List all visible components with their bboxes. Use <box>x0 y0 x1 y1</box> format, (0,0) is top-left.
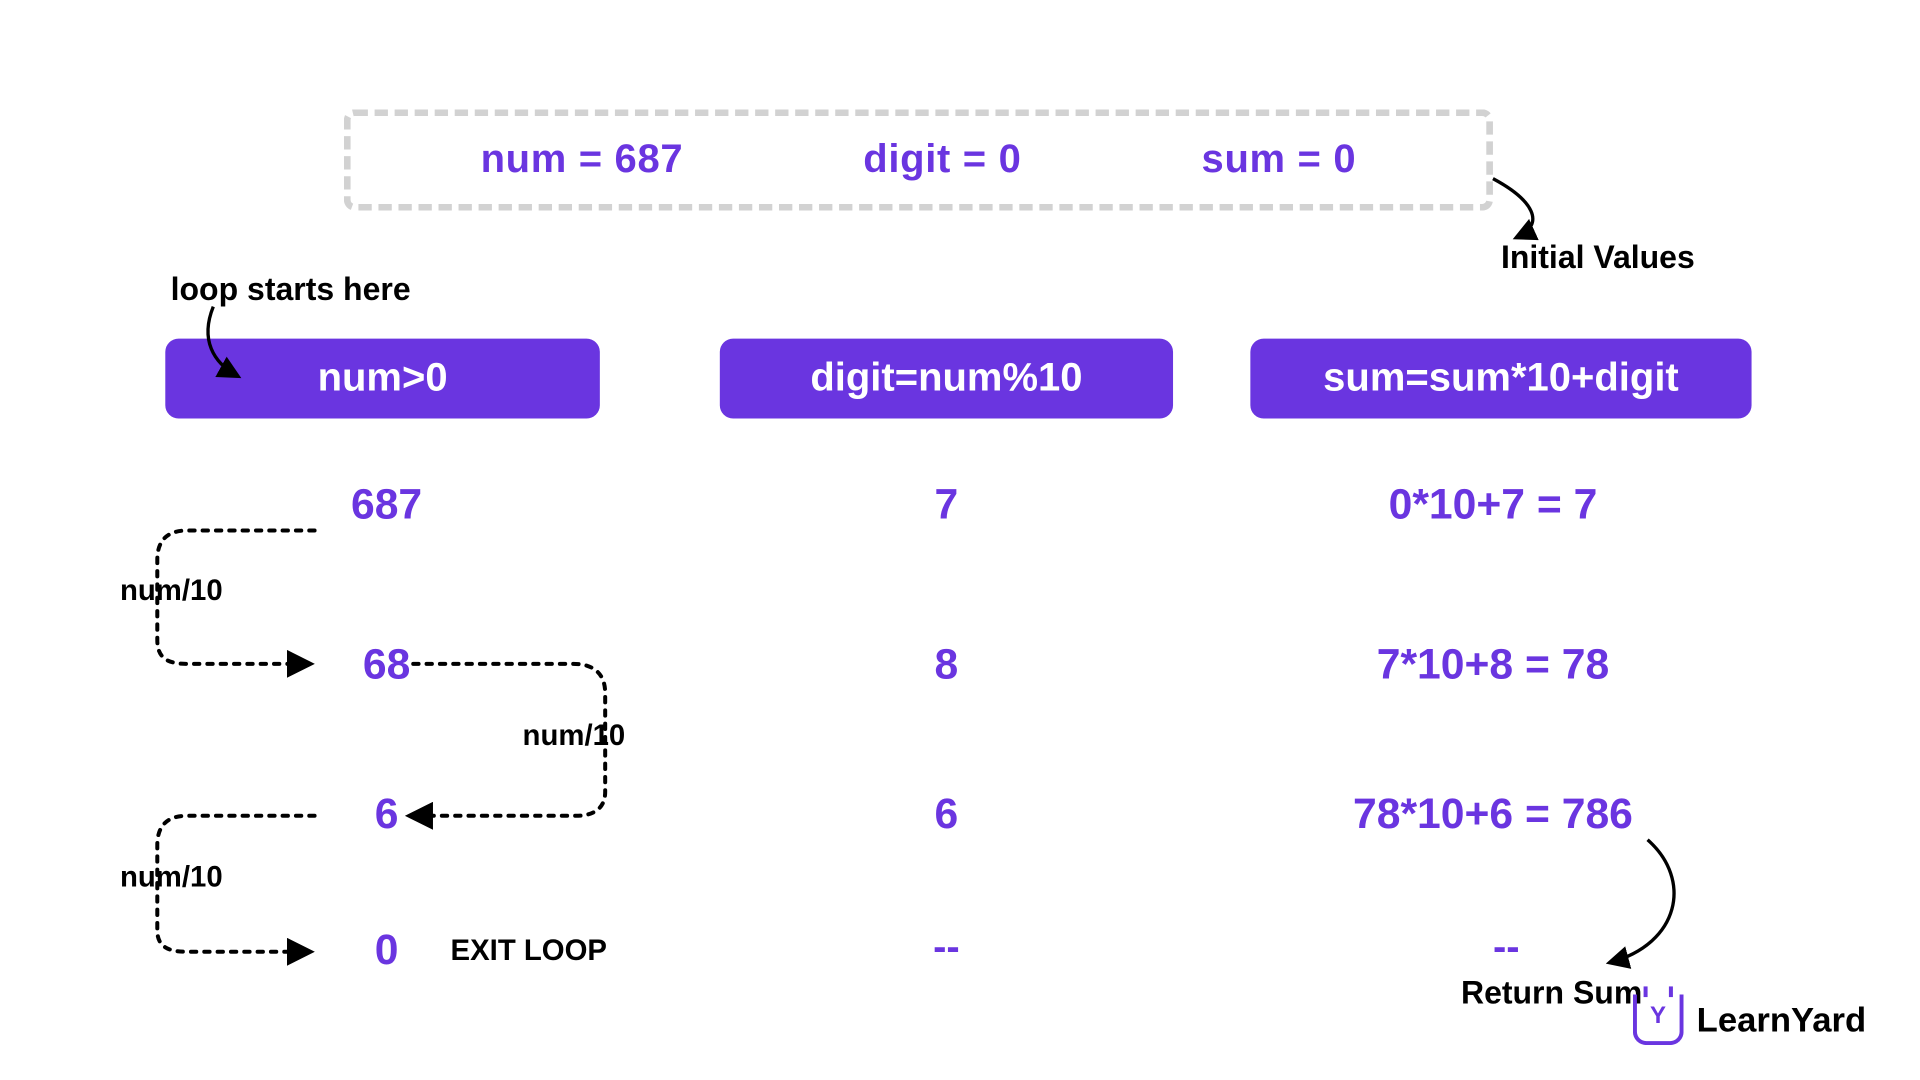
initial-digit: digit = 0 <box>863 137 1021 182</box>
digit-value-row2: 8 <box>880 640 1013 689</box>
brand-logo-icon: Y <box>1633 994 1684 1045</box>
brand-logo: Y LearnYard <box>1633 994 1867 1045</box>
numdiv-label-3: num/10 <box>120 860 223 895</box>
header-digit: digit=num%10 <box>720 339 1173 419</box>
digit-value-row4: -- <box>880 925 1013 970</box>
sum-value-row2: 7*10+8 = 78 <box>1293 640 1693 689</box>
loop-starts-label: loop starts here <box>171 272 411 309</box>
initial-values-label: Initial Values <box>1501 240 1695 277</box>
sum-value-row3: 78*10+6 = 786 <box>1293 789 1693 838</box>
num-value-row2: 68 <box>320 640 453 689</box>
num-value-row1: 687 <box>320 480 453 529</box>
header-sum: sum=sum*10+digit <box>1250 339 1751 419</box>
return-sum-label: Return Sum <box>1461 976 1642 1013</box>
digit-value-row3: 6 <box>880 789 1013 838</box>
numdiv-label-2: num/10 <box>523 718 626 753</box>
sum-value-row1: 0*10+7 = 7 <box>1293 480 1693 529</box>
num-value-row4: 0 <box>320 925 453 974</box>
numdiv-label-1: num/10 <box>120 573 223 608</box>
initial-sum: sum = 0 <box>1202 137 1357 182</box>
exit-loop-label: EXIT LOOP <box>451 933 607 968</box>
brand-name: LearnYard <box>1697 999 1867 1040</box>
header-condition: num>0 <box>165 339 600 419</box>
sum-value-row4: -- <box>1453 925 1560 970</box>
num-value-row3: 6 <box>320 789 453 838</box>
initial-values-box: num = 687 digit = 0 sum = 0 <box>344 109 1493 210</box>
digit-value-row1: 7 <box>880 480 1013 529</box>
initial-num: num = 687 <box>481 137 684 182</box>
